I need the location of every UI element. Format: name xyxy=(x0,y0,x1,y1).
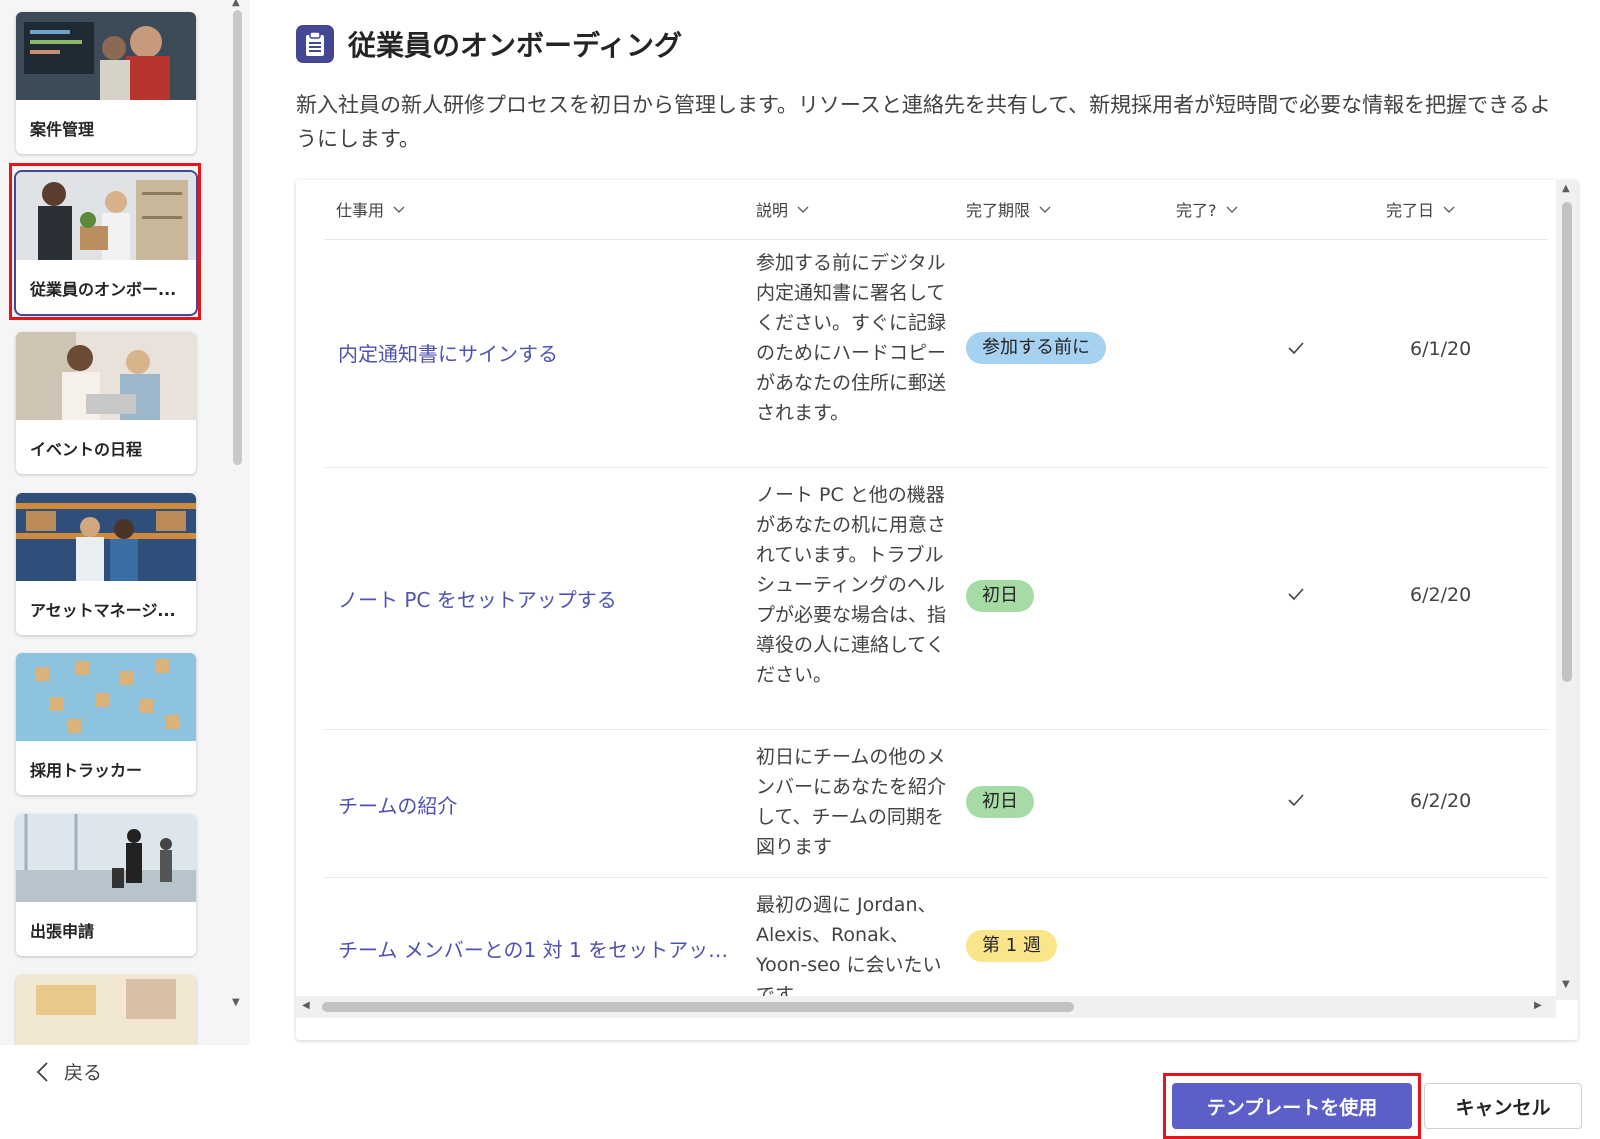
template-card-label: アセットマネージ... xyxy=(30,601,176,620)
chevron-down-icon xyxy=(1226,206,1237,213)
due-badge: 第 1 週 xyxy=(966,930,1057,962)
column-header-description[interactable]: 説明 xyxy=(756,197,810,221)
completed-date: 6/2/20 xyxy=(1410,790,1472,812)
task-description: ノート PC と他の機器があなたの机に用意されています。トラブルシューティングの… xyxy=(756,484,947,686)
template-card-label: 採用トラッカー xyxy=(30,761,143,780)
column-header-label: 仕事用 xyxy=(336,201,385,220)
scroll-down-arrow-icon[interactable]: ▼ xyxy=(1562,980,1570,990)
due-badge: 参加する前に xyxy=(966,332,1106,364)
sidebar-scroll-thumb[interactable] xyxy=(233,10,242,465)
task-description: 最初の週に Jordan、Alexis、Ronak、Yoon-seo に会いたい… xyxy=(756,894,942,1000)
table-row: チームの紹介 初日にチームの他のメンバーにあなたを紹介して、チームの同期を図りま… xyxy=(324,730,1548,878)
clipboard-icon xyxy=(296,25,334,63)
template-card-project-management[interactable]: 案件管理 xyxy=(16,12,196,154)
checkmark-icon xyxy=(1288,794,1304,807)
task-link[interactable]: 内定通知書にサインする xyxy=(338,338,742,367)
template-card-recruiting-tracker[interactable]: 採用トラッカー xyxy=(16,653,196,795)
table-row: ノート PC をセットアップする ノート PC と他の機器があなたの机に用意され… xyxy=(324,468,1548,730)
table-hscroll-thumb[interactable] xyxy=(322,1002,1074,1012)
scroll-up-arrow-icon[interactable]: ▲ xyxy=(1562,184,1570,194)
column-header-label: 説明 xyxy=(756,201,789,220)
table-horizontal-scrollbar[interactable]: ◀ ▶ xyxy=(296,996,1556,1018)
warehouse-photo xyxy=(16,493,196,581)
task-link[interactable]: チームの紹介 xyxy=(338,790,742,819)
template-card-partial[interactable] xyxy=(16,975,196,1045)
task-link[interactable]: チーム メンバーとの1 対 1 をセットアップ... xyxy=(338,934,742,963)
people-cubes-photo xyxy=(16,653,196,741)
template-card-label: イベントの日程 xyxy=(30,440,143,459)
template-card-employee-onboarding[interactable]: 従業員のオンボー... xyxy=(14,170,198,316)
back-button[interactable]: 戻る xyxy=(34,1058,102,1085)
column-header-due[interactable]: 完了期限 xyxy=(966,197,1052,221)
chevron-down-icon xyxy=(797,206,809,213)
column-header-label: 完了日 xyxy=(1386,201,1435,220)
chevron-down-icon xyxy=(393,206,405,213)
due-badge: 初日 xyxy=(966,786,1034,818)
laptop-code-photo xyxy=(16,12,196,100)
table-row: 内定通知書にサインする 参加する前にデジタル内定通知書に署名してください。すぐに… xyxy=(324,240,1548,468)
template-title-row: 従業員のオンボーディング xyxy=(296,24,682,64)
template-gallery: 案件管理 従業員のオンボー... イベントの日程 アセットマネージ... 採用ト… xyxy=(0,0,250,1045)
airport-travel-photo xyxy=(16,814,196,902)
page-title: 従業員のオンボーディング xyxy=(348,29,683,62)
table-row: チーム メンバーとの1 対 1 をセットアップ... 最初の週に Jordan、… xyxy=(324,878,1548,1000)
office-welcome-photo xyxy=(16,172,196,260)
task-link[interactable]: ノート PC をセットアップする xyxy=(338,584,742,613)
template-card-label: 出張申請 xyxy=(30,922,95,941)
column-header-label: 完了? xyxy=(1176,201,1217,220)
use-template-button[interactable]: テンプレートを使用 xyxy=(1172,1083,1412,1129)
scroll-right-arrow-icon[interactable]: ▶ xyxy=(1534,1001,1542,1011)
completed-date: 6/1/20 xyxy=(1410,338,1472,360)
completed-date: 6/2/20 xyxy=(1410,584,1472,606)
due-badge: 初日 xyxy=(966,580,1034,612)
desk-photo xyxy=(16,975,196,1045)
checkmark-icon xyxy=(1288,588,1304,601)
scroll-up-arrow-icon[interactable]: ▲ xyxy=(232,0,240,8)
chevron-down-icon xyxy=(1443,206,1455,213)
template-card-event-schedule[interactable]: イベントの日程 xyxy=(16,332,196,474)
column-header-completed-date[interactable]: 完了日 xyxy=(1386,197,1456,221)
scroll-down-arrow-icon[interactable]: ▼ xyxy=(232,998,240,1008)
template-card-travel-request[interactable]: 出張申請 xyxy=(16,814,196,956)
task-description: 参加する前にデジタル内定通知書に署名してください。すぐに記録のためにハードコピー… xyxy=(756,252,947,424)
sidebar-scrollbar[interactable]: ▲ ▼ xyxy=(229,0,247,1045)
template-description: 新入社員の新人研修プロセスを初日から管理します。リソースと連絡先を共有して、新規… xyxy=(296,93,1551,151)
template-card-label: 従業員のオンボー... xyxy=(30,280,177,299)
scroll-left-arrow-icon[interactable]: ◀ xyxy=(302,1001,310,1011)
template-card-asset-management[interactable]: アセットマネージ... xyxy=(16,493,196,635)
back-button-label: 戻る xyxy=(64,1062,103,1084)
cancel-button[interactable]: キャンセル xyxy=(1424,1083,1582,1129)
task-description: 初日にチームの他のメンバーにあなたを紹介して、チームの同期を図ります xyxy=(756,746,947,858)
column-header-label: 完了期限 xyxy=(966,201,1031,220)
meeting-photo xyxy=(16,332,196,420)
column-header-done[interactable]: 完了? xyxy=(1176,197,1239,221)
table-vscroll-thumb[interactable] xyxy=(1562,202,1572,682)
table-vertical-scrollbar[interactable]: ▲ ▼ xyxy=(1556,180,1578,1000)
column-header-task[interactable]: 仕事用 xyxy=(336,197,406,221)
table-header: 仕事用 説明 完了期限 完了? 完了日 xyxy=(324,180,1548,240)
chevron-down-icon xyxy=(1039,206,1051,213)
chevron-left-icon xyxy=(36,1061,48,1082)
checkmark-icon xyxy=(1288,342,1304,355)
tasks-table-preview: 仕事用 説明 完了期限 完了? 完了日 内定通知書にサインする 参加する前にデジ… xyxy=(296,180,1578,1040)
template-card-label: 案件管理 xyxy=(30,120,95,139)
